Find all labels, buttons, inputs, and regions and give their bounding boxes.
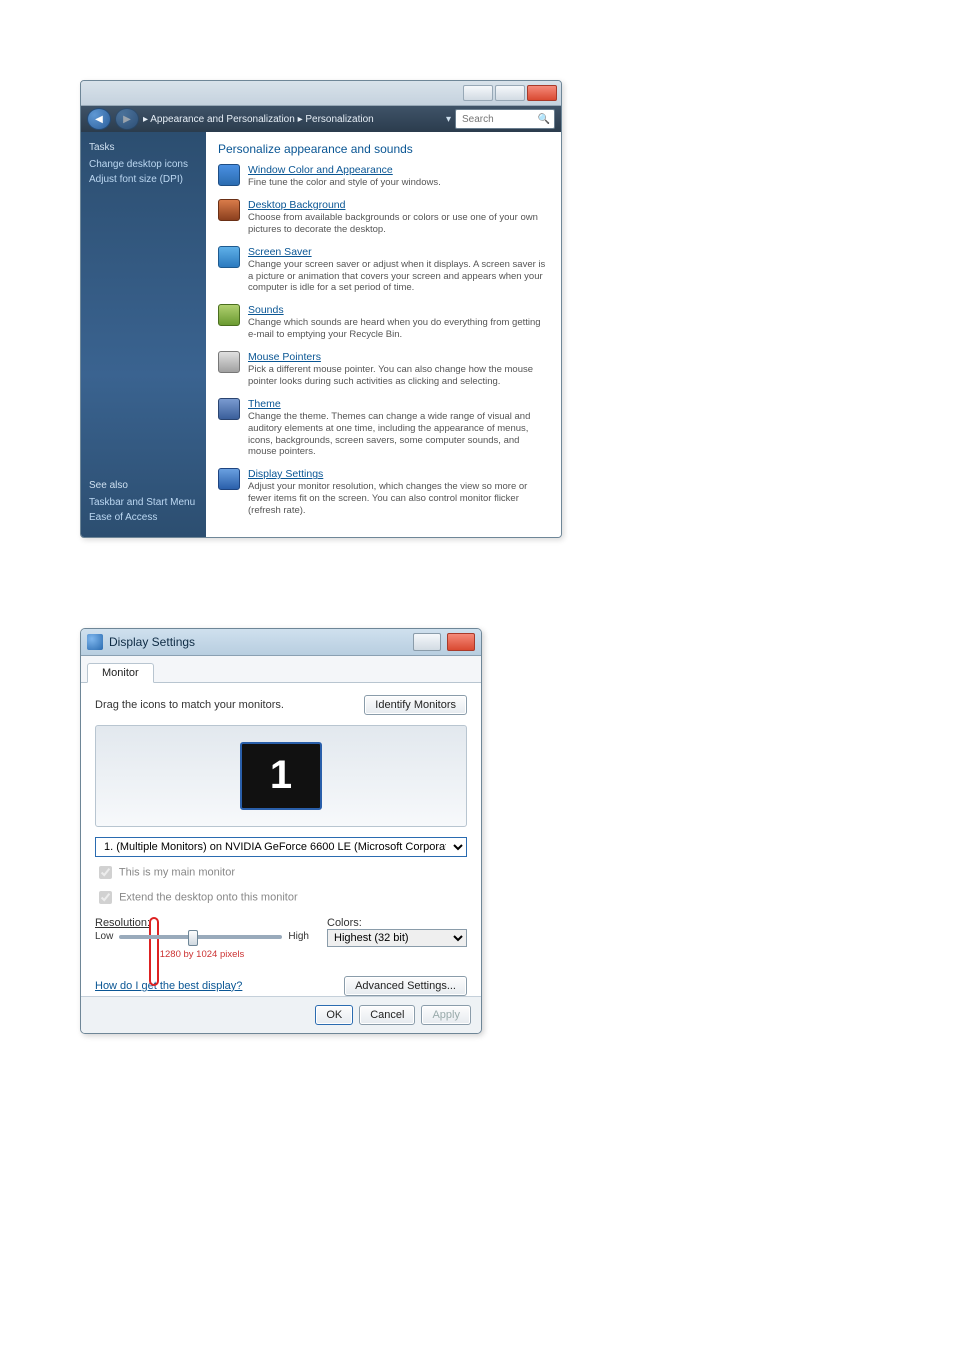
desktop-background-icon	[218, 199, 240, 221]
sidebar-tasks-heading: Tasks	[89, 142, 198, 153]
colors-dropdown[interactable]: Highest (32 bit)	[327, 929, 467, 947]
apply-button[interactable]: Apply	[421, 1005, 471, 1025]
item-sounds-link[interactable]: Sounds	[248, 304, 549, 316]
ds-footer: OK Cancel Apply	[81, 996, 481, 1033]
sidebar-change-desktop-icons[interactable]: Change desktop icons	[89, 159, 198, 170]
item-screen-saver: Screen Saver Change your screen saver or…	[218, 246, 549, 295]
nav-back-button[interactable]: ◀	[87, 108, 111, 130]
chk-extend-desktop-box	[99, 891, 112, 904]
mouse-pointer-icon	[218, 351, 240, 373]
item-theme-link[interactable]: Theme	[248, 398, 549, 410]
monitor-preview[interactable]: 1	[95, 725, 467, 827]
cp-sidebar: Tasks Change desktop icons Adjust font s…	[81, 132, 206, 537]
sidebar-taskbar-startmenu[interactable]: Taskbar and Start Menu	[89, 497, 198, 508]
window-color-icon	[218, 164, 240, 186]
item-mouse-pointers: Mouse Pointers Pick a different mouse po…	[218, 351, 549, 388]
close-button[interactable]	[527, 85, 557, 101]
item-window-color: Window Color and Appearance Fine tune th…	[218, 164, 549, 189]
sidebar-ease-of-access[interactable]: Ease of Access	[89, 512, 198, 523]
display-settings-dialog: Display Settings Monitor Drag the icons …	[80, 628, 482, 1034]
item-screen-saver-link[interactable]: Screen Saver	[248, 246, 549, 258]
chk-extend-desktop-label: Extend the desktop onto this monitor	[119, 891, 298, 903]
maximize-button[interactable]	[495, 85, 525, 101]
display-settings-icon	[218, 468, 240, 490]
help-link[interactable]: How do I get the best display?	[95, 980, 242, 992]
item-desktop-background: Desktop Background Choose from available…	[218, 199, 549, 236]
monitor-1-icon[interactable]: 1	[240, 742, 322, 810]
search-box[interactable]: 🔍	[455, 109, 555, 129]
item-display-settings-desc: Adjust your monitor resolution, which ch…	[248, 481, 549, 517]
theme-icon	[218, 398, 240, 420]
tab-monitor[interactable]: Monitor	[87, 663, 154, 683]
personalization-window: ◀ ▶ ▸ Appearance and Personalization ▸ P…	[80, 80, 562, 538]
sidebar-adjust-font-size[interactable]: Adjust font size (DPI)	[89, 174, 198, 185]
chk-extend-desktop: Extend the desktop onto this monitor	[95, 888, 467, 907]
ds-app-icon	[87, 634, 103, 650]
screen-saver-icon	[218, 246, 240, 268]
ok-button[interactable]: OK	[315, 1005, 353, 1025]
cp-heading: Personalize appearance and sounds	[218, 142, 549, 156]
item-mouse-pointers-desc: Pick a different mouse pointer. You can …	[248, 364, 549, 388]
colors-label: Colors:	[327, 917, 467, 929]
monitor-dropdown[interactable]: 1. (Multiple Monitors) on NVIDIA GeForce…	[95, 837, 467, 857]
chk-main-monitor-box	[99, 866, 112, 879]
sounds-icon	[218, 304, 240, 326]
item-screen-saver-desc: Change your screen saver or adjust when …	[248, 259, 549, 295]
item-mouse-pointers-link[interactable]: Mouse Pointers	[248, 351, 549, 363]
item-window-color-desc: Fine tune the color and style of your wi…	[248, 177, 441, 189]
item-desktop-background-desc: Choose from available backgrounds or col…	[248, 212, 549, 236]
nav-forward-button[interactable]: ▶	[115, 108, 139, 130]
advanced-settings-button[interactable]: Advanced Settings...	[344, 976, 467, 996]
ds-close-button[interactable]	[447, 633, 475, 651]
search-icon: 🔍	[538, 114, 550, 125]
cancel-button[interactable]: Cancel	[359, 1005, 415, 1025]
item-theme: Theme Change the theme. Themes can chang…	[218, 398, 549, 459]
resolution-slider[interactable]	[119, 935, 282, 939]
slider-thumb[interactable]	[188, 930, 198, 946]
cp-main: Personalize appearance and sounds Window…	[206, 132, 561, 537]
colors-area: Colors: Highest (32 bit)	[327, 917, 467, 960]
item-sounds-desc: Change which sounds are heard when you d…	[248, 317, 549, 341]
cp-titlebar	[81, 81, 561, 106]
ds-instruction: Drag the icons to match your monitors.	[95, 699, 284, 711]
ds-titlebar: Display Settings	[81, 629, 481, 656]
item-sounds: Sounds Change which sounds are heard whe…	[218, 304, 549, 341]
ds-minimize-button[interactable]	[413, 633, 441, 651]
chk-main-monitor-label: This is my main monitor	[119, 866, 235, 878]
sidebar-see-also: See also	[89, 480, 198, 491]
breadcrumb[interactable]: ▸ Appearance and Personalization ▸ Perso…	[143, 114, 442, 125]
resolution-area: Resolution: Low High 1280 by 1024 pixels	[95, 917, 309, 960]
item-desktop-background-link[interactable]: Desktop Background	[248, 199, 549, 211]
cp-navbar: ◀ ▶ ▸ Appearance and Personalization ▸ P…	[81, 106, 561, 132]
item-theme-desc: Change the theme. Themes can change a wi…	[248, 411, 549, 459]
ds-tabbar: Monitor	[81, 656, 481, 683]
chk-main-monitor: This is my main monitor	[95, 863, 467, 882]
item-display-settings: Display Settings Adjust your monitor res…	[218, 468, 549, 517]
search-input[interactable]	[460, 113, 536, 126]
resolution-value: 1280 by 1024 pixels	[95, 949, 309, 960]
item-display-settings-link[interactable]: Display Settings	[248, 468, 549, 480]
slider-high-label: High	[288, 931, 309, 942]
item-window-color-link[interactable]: Window Color and Appearance	[248, 164, 441, 176]
ds-title-text: Display Settings	[109, 635, 407, 649]
identify-monitors-button[interactable]: Identify Monitors	[364, 695, 467, 715]
resolution-label: Resolution:	[95, 917, 309, 929]
slider-low-label: Low	[95, 931, 113, 942]
minimize-button[interactable]	[463, 85, 493, 101]
